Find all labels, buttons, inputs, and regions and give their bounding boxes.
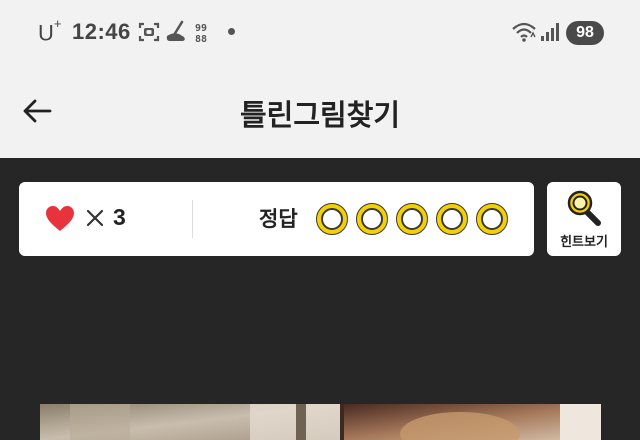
answer-slots <box>316 203 508 235</box>
clock: 12:46 <box>72 19 131 44</box>
signal-icon <box>541 23 559 41</box>
lives-count: 3 <box>113 204 126 230</box>
puzzle-image[interactable] <box>40 404 601 440</box>
app-badge-icon: 99 88 <box>195 23 207 44</box>
game-area: 3 정답 힌트보기 <box>0 158 640 440</box>
times-icon <box>86 209 104 227</box>
hint-label: 힌트보기 <box>560 235 608 250</box>
vacuum-icon <box>166 20 185 41</box>
answer-slot <box>436 203 468 235</box>
answer-label: 정답 <box>259 207 298 231</box>
wifi-icon <box>512 22 536 42</box>
magnifier-icon <box>567 190 601 226</box>
svg-text:88: 88 <box>195 34 207 44</box>
page-title: 틀린그림찾기 <box>239 98 401 132</box>
hint-button[interactable]: 힌트보기 <box>547 182 621 256</box>
screenshot-icon <box>138 22 160 42</box>
answer-slot <box>476 203 508 235</box>
divider <box>192 200 193 238</box>
info-panel: 3 정답 <box>19 182 534 256</box>
answer-slot <box>356 203 388 235</box>
answer-slot <box>396 203 428 235</box>
answer-slot <box>316 203 348 235</box>
heart-icon <box>46 206 74 231</box>
battery-indicator: 98 <box>566 21 604 45</box>
notification-dot <box>228 28 235 35</box>
app-header: 틀린그림찾기 <box>0 66 640 158</box>
carrier-label: U+ <box>38 16 62 46</box>
status-bar: U+ 12:46 99 88 98 <box>0 0 640 66</box>
svg-text:99: 99 <box>195 23 207 34</box>
